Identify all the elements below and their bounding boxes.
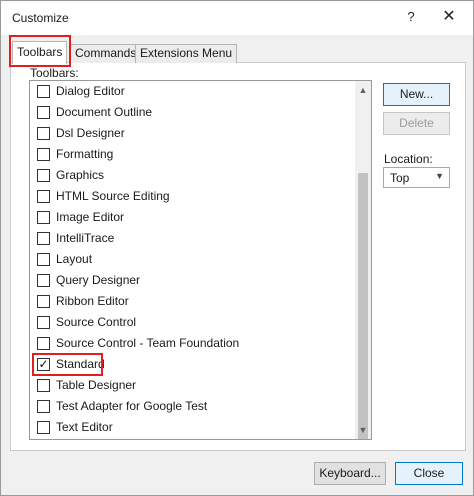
toolbar-list-item[interactable]: Dialog Editor: [30, 81, 356, 102]
dialog-title: Customize: [12, 11, 69, 25]
checkbox-unchecked[interactable]: [37, 274, 50, 287]
toolbar-list-item[interactable]: Layout: [30, 249, 356, 270]
location-select[interactable]: Top ▼: [383, 167, 450, 188]
toolbar-list-item-label: Dialog Editor: [56, 84, 125, 98]
customize-dialog: Customize ? ✕ Toolbars Commands Extensio…: [0, 0, 474, 496]
checkbox-unchecked[interactable]: [37, 190, 50, 203]
keyboard-button[interactable]: Keyboard...: [314, 462, 386, 485]
checkbox-unchecked[interactable]: [37, 295, 50, 308]
checkbox-checked[interactable]: ✓: [37, 358, 50, 371]
toolbar-list-item-label: Formatting: [56, 147, 114, 161]
toolbar-list-item-label: Source Control: [56, 315, 137, 329]
checkbox-unchecked[interactable]: [37, 337, 50, 350]
checkbox-unchecked[interactable]: [37, 253, 50, 266]
help-icon[interactable]: ?: [401, 7, 421, 27]
location-label: Location:: [384, 152, 433, 166]
toolbar-list-item[interactable]: Document Outline: [30, 102, 356, 123]
tab-extensions-menu[interactable]: Extensions Menu: [135, 44, 238, 63]
checkbox-unchecked[interactable]: [37, 379, 50, 392]
toolbar-list-item-label: Standard: [56, 357, 105, 371]
toolbar-list-item[interactable]: Ribbon Editor: [30, 291, 356, 312]
checkbox-unchecked[interactable]: [37, 232, 50, 245]
checkbox-unchecked[interactable]: [37, 148, 50, 161]
checkbox-unchecked[interactable]: [37, 106, 50, 119]
toolbar-list-item-label: Layout: [56, 252, 93, 266]
toolbars-list-label: Toolbars:: [30, 66, 79, 80]
toolbar-list-item[interactable]: Formatting: [30, 144, 356, 165]
listbox-scrollbar[interactable]: ▲ ▼: [355, 81, 371, 439]
toolbar-list-item[interactable]: Graphics: [30, 165, 356, 186]
checkbox-unchecked[interactable]: [37, 211, 50, 224]
toolbar-list-item[interactable]: Query Designer: [30, 270, 356, 291]
toolbar-list-item-label: Text Editor: [56, 420, 113, 434]
toolbar-list-item[interactable]: Image Editor: [30, 207, 356, 228]
checkbox-unchecked[interactable]: [37, 169, 50, 182]
toolbar-list-item[interactable]: ✓ Standard: [30, 354, 356, 375]
tab-commands[interactable]: Commands: [70, 44, 142, 63]
close-button[interactable]: Close: [395, 462, 463, 485]
toolbar-list-item[interactable]: HTML Source Editing: [30, 186, 356, 207]
toolbar-list-item-label: Query Designer: [56, 273, 141, 287]
toolbar-list-item-label: HTML Source Editing: [56, 189, 170, 203]
toolbar-list-item-label: Source Control - Team Foundation: [56, 336, 240, 350]
toolbar-list-item-label: Ribbon Editor: [56, 294, 129, 308]
title-bar: Customize ? ✕: [1, 1, 473, 35]
scroll-up-icon[interactable]: ▲: [355, 83, 371, 97]
toolbars-listbox[interactable]: Dialog Editor Document Outline Dsl Designe…: [29, 80, 372, 440]
toolbar-list-item-label: Dsl Designer: [56, 126, 125, 140]
toolbar-list-item[interactable]: Source Control: [30, 312, 356, 333]
close-icon[interactable]: ✕: [437, 6, 461, 28]
toolbar-list-item[interactable]: Table Designer: [30, 375, 356, 396]
location-select-value: Top: [390, 171, 410, 185]
toolbar-list-item-label: IntelliTrace: [56, 231, 115, 245]
toolbar-list-item-label: Document Outline: [56, 105, 153, 119]
tab-toolbars[interactable]: Toolbars: [12, 41, 68, 64]
toolbar-list-item-label: Table Designer: [56, 378, 137, 392]
toolbar-list-item[interactable]: IntelliTrace: [30, 228, 356, 249]
checkbox-unchecked[interactable]: [37, 421, 50, 434]
toolbar-list-item-label: Test Adapter for Google Test: [56, 399, 208, 413]
checkbox-unchecked[interactable]: [37, 85, 50, 98]
new-toolbar-button[interactable]: New...: [383, 83, 450, 106]
toolbar-list-item[interactable]: Dsl Designer: [30, 123, 356, 144]
toolbar-list-item-label: Image Editor: [56, 210, 125, 224]
checkbox-unchecked[interactable]: [37, 400, 50, 413]
scroll-thumb[interactable]: [358, 173, 368, 439]
toolbar-list-item[interactable]: Text Editor: [30, 417, 356, 438]
toolbar-list-item[interactable]: Source Control - Team Foundation: [30, 333, 356, 354]
checkbox-unchecked[interactable]: [37, 316, 50, 329]
checkbox-unchecked[interactable]: [37, 127, 50, 140]
scroll-down-icon[interactable]: ▼: [355, 423, 371, 437]
chevron-down-icon: ▼: [435, 171, 444, 181]
toolbar-list-item-label: Graphics: [56, 168, 105, 182]
toolbar-list-item[interactable]: Test Adapter for Google Test: [30, 396, 356, 417]
delete-toolbar-button[interactable]: Delete: [383, 112, 450, 135]
